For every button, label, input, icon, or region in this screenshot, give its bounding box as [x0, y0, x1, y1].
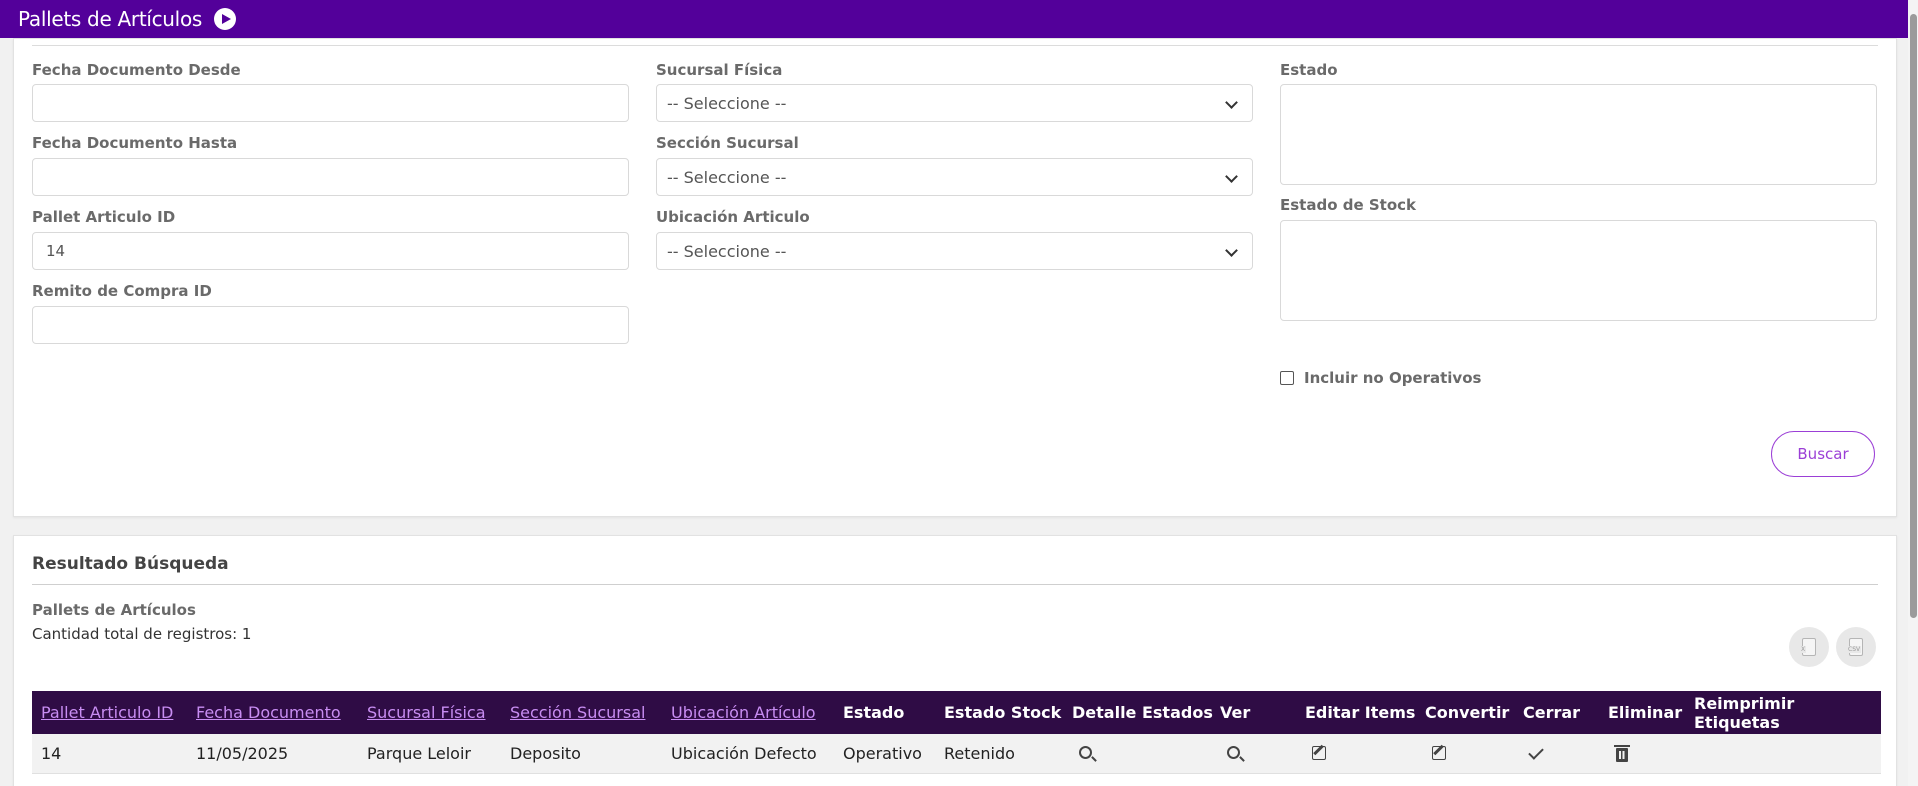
- fecha-hasta-input[interactable]: [32, 158, 629, 196]
- col-convertir: Convertir: [1425, 703, 1510, 722]
- chevron-down-icon: [1225, 170, 1238, 183]
- col-editar-items: Editar Items: [1305, 703, 1416, 722]
- cerrar-button[interactable]: [1528, 744, 1544, 760]
- col-sucursal-fisica[interactable]: Sucursal Física: [367, 703, 486, 722]
- seccion-sucursal-value: -- Seleccione --: [667, 167, 787, 187]
- detalle-estados-button[interactable]: [1079, 746, 1092, 759]
- incluir-no-operativos-label: Incluir no Operativos: [1304, 369, 1482, 387]
- ubicacion-articulo-label: Ubicación Articulo: [656, 208, 810, 226]
- seccion-sucursal-select[interactable]: -- Seleccione --: [656, 158, 1253, 196]
- col-seccion-sucursal[interactable]: Sección Sucursal: [510, 703, 645, 722]
- fecha-hasta-label: Fecha Documento Hasta: [32, 134, 238, 152]
- remito-id-label: Remito de Compra ID: [32, 282, 212, 300]
- divider: [32, 45, 1878, 46]
- incluir-no-operativos-row: Incluir no Operativos: [1280, 369, 1481, 387]
- sucursal-fisica-value: -- Seleccione --: [667, 93, 787, 113]
- export-csv-button[interactable]: CSV: [1836, 627, 1876, 667]
- ver-button[interactable]: [1227, 746, 1240, 759]
- xls-file-icon: X: [1800, 638, 1816, 656]
- col-estado-stock: Estado Stock: [944, 703, 1062, 722]
- csv-file-icon: CSV: [1847, 638, 1863, 656]
- cell-estado-stock: Retenido: [944, 744, 1015, 763]
- estado-multiselect[interactable]: [1280, 84, 1877, 185]
- top-bar: Pallets de Artículos: [0, 0, 1910, 38]
- results-subtitle: Pallets de Artículos: [32, 601, 196, 619]
- cell-seccion-sucursal: Deposito: [510, 744, 581, 763]
- ubicacion-articulo-value: -- Seleccione --: [667, 241, 787, 261]
- ubicacion-articulo-select[interactable]: -- Seleccione --: [656, 232, 1253, 270]
- results-panel: Resultado Búsqueda Pallets de Artículos …: [13, 535, 1897, 786]
- col-eliminar: Eliminar: [1608, 703, 1683, 722]
- search-icon: [1227, 746, 1240, 759]
- col-reimprimir-etiquetas: Reimprimir Etiquetas: [1694, 693, 1795, 732]
- col-ubicacion-articulo[interactable]: Ubicación Artículo: [671, 703, 816, 722]
- estado-stock-multiselect[interactable]: [1280, 220, 1877, 321]
- col-ver: Ver: [1220, 703, 1251, 722]
- fecha-desde-input[interactable]: [32, 84, 629, 122]
- col-detalle-estados: Detalle Estados: [1072, 703, 1213, 722]
- cell-sucursal-fisica: Parque Leloir: [367, 744, 471, 763]
- remito-id-input[interactable]: [32, 306, 629, 344]
- pallet-id-label: Pallet Articulo ID: [32, 208, 176, 226]
- chevron-down-icon: [1225, 96, 1238, 109]
- incluir-no-operativos-checkbox[interactable]: [1280, 371, 1294, 385]
- col-estado: Estado: [843, 703, 905, 722]
- convertir-button[interactable]: [1432, 746, 1446, 760]
- cell-estado: Operativo: [843, 744, 922, 763]
- cell-ubicacion-articulo: Ubicación Defecto: [671, 744, 817, 763]
- table-header: Pallet Articulo ID Fecha Documento Sucur…: [32, 691, 1881, 734]
- table-row: 14 11/05/2025 Parque Leloir Deposito Ubi…: [32, 734, 1881, 774]
- editar-items-button[interactable]: [1312, 746, 1326, 760]
- cell-pallet-id: 14: [41, 744, 62, 763]
- trash-icon: [1614, 745, 1630, 762]
- results-table: Pallet Articulo ID Fecha Documento Sucur…: [32, 691, 1881, 774]
- check-icon: [1528, 744, 1544, 760]
- results-title: Resultado Búsqueda: [32, 554, 229, 574]
- export-excel-button[interactable]: X: [1789, 627, 1829, 667]
- results-count: Cantidad total de registros: 1: [32, 625, 252, 643]
- estado-stock-label: Estado de Stock: [1280, 196, 1417, 214]
- col-fecha-documento[interactable]: Fecha Documento: [196, 703, 341, 722]
- eliminar-button[interactable]: [1614, 745, 1630, 762]
- page-scrollbar[interactable]: [1908, 0, 1918, 786]
- edit-icon: [1312, 746, 1326, 760]
- sucursal-fisica-label: Sucursal Física: [656, 61, 783, 79]
- cell-fecha-documento: 11/05/2025: [196, 744, 289, 763]
- fecha-desde-label: Fecha Documento Desde: [32, 61, 241, 79]
- page-title: Pallets de Artículos: [18, 7, 203, 31]
- buscar-button[interactable]: Buscar: [1771, 431, 1875, 477]
- seccion-sucursal-label: Sección Sucursal: [656, 134, 799, 152]
- edit-icon: [1432, 746, 1446, 760]
- sucursal-fisica-select[interactable]: -- Seleccione --: [656, 84, 1253, 122]
- filters-panel: Fecha Documento Desde Fecha Documento Ha…: [13, 38, 1897, 517]
- pallet-id-input[interactable]: 14: [32, 232, 629, 270]
- play-circle-icon[interactable]: [214, 8, 237, 30]
- estado-label: Estado: [1280, 61, 1338, 79]
- col-cerrar: Cerrar: [1523, 703, 1581, 722]
- search-icon: [1079, 746, 1092, 759]
- chevron-down-icon: [1225, 244, 1238, 257]
- divider: [32, 584, 1878, 585]
- col-pallet-id[interactable]: Pallet Articulo ID: [41, 703, 173, 722]
- scrollbar-thumb[interactable]: [1910, 14, 1917, 618]
